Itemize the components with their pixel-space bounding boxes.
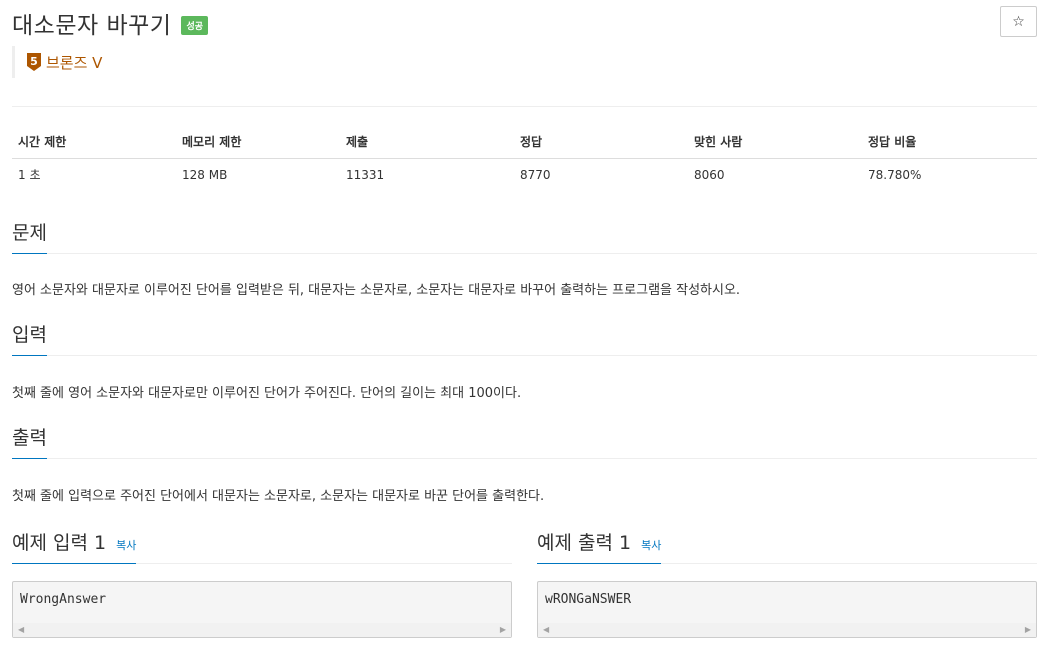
- tier-row: 5 브론즈 V: [12, 46, 102, 78]
- stats-value-time-limit: 1 초: [18, 168, 41, 183]
- tier-badge-icon: 5: [27, 53, 41, 71]
- problem-section-header: 문제: [12, 218, 1037, 254]
- stats-header-time-limit: 시간 제한: [12, 126, 176, 159]
- sample-input-scrollbar[interactable]: ◀ ▶: [13, 623, 511, 637]
- stats-value-ratio: 78.780%: [868, 167, 922, 182]
- divider: [12, 106, 1037, 107]
- stats-value-row: 1 초 128 MB 11331 8770 8060 78.780%: [12, 158, 1037, 191]
- problem-description: 영어 소문자와 대문자로 이루어진 단어를 입력받은 뒤, 대문자는 소문자로,…: [12, 283, 741, 298]
- star-icon: ☆: [1012, 13, 1025, 30]
- page-title: 대소문자 바꾸기: [12, 13, 172, 39]
- tier-number: 5: [30, 55, 38, 68]
- stats-value-solvers: 8060: [694, 167, 725, 182]
- input-heading: 입력: [12, 320, 47, 356]
- stats-header-ratio: 정답 비율: [862, 126, 1037, 159]
- stats-value-memory-limit: 128 MB: [182, 167, 228, 182]
- stats-header-row: 시간 제한 메모리 제한 제출 정답 맞힌 사람 정답 비율: [12, 126, 1037, 159]
- sample-output-scrollbar[interactable]: ◀ ▶: [538, 623, 1036, 637]
- scroll-left-icon[interactable]: ◀: [543, 625, 549, 634]
- problem-stats-table: 시간 제한 메모리 제한 제출 정답 맞힌 사람 정답 비율 1 초 128 M…: [12, 126, 1037, 191]
- sample-output-box[interactable]: wRONGaNSWER ◀ ▶: [537, 581, 1037, 638]
- copy-input-button[interactable]: 복사: [116, 537, 136, 553]
- input-description: 첫째 줄에 영어 소문자와 대문자로만 이루어진 단어가 주어진다. 단어의 길…: [12, 386, 522, 401]
- problem-heading: 문제: [12, 218, 47, 254]
- sample-input-content[interactable]: WrongAnswer: [13, 582, 511, 607]
- stats-value-accepted: 8770: [520, 167, 551, 182]
- scroll-right-icon[interactable]: ▶: [1025, 625, 1031, 634]
- sample-input-panel: 예제 입력 1 복사 WrongAnswer ◀ ▶: [12, 528, 512, 638]
- input-section-header: 입력: [12, 320, 1037, 356]
- tier-label[interactable]: 브론즈 V: [46, 52, 102, 73]
- copy-output-button[interactable]: 복사: [641, 537, 661, 553]
- sample-input-heading: 예제 입력 1: [12, 532, 107, 554]
- status-badge: 성공: [181, 15, 208, 35]
- stats-header-memory-limit: 메모리 제한: [176, 126, 340, 159]
- scroll-right-icon[interactable]: ▶: [500, 625, 506, 634]
- stats-header-accepted: 정답: [514, 126, 688, 159]
- sample-output-heading: 예제 출력 1: [537, 532, 632, 554]
- title-row: 대소문자 바꾸기 성공: [12, 6, 208, 40]
- sample-output-content[interactable]: wRONGaNSWER: [538, 582, 1036, 607]
- stats-header-submissions: 제출: [340, 126, 514, 159]
- sample-output-panel: 예제 출력 1 복사 wRONGaNSWER ◀ ▶: [537, 528, 1037, 638]
- stats-header-solvers: 맞힌 사람: [688, 126, 862, 159]
- output-heading: 출력: [12, 423, 47, 459]
- output-section-header: 출력: [12, 423, 1037, 459]
- stats-value-submissions: 11331: [346, 167, 385, 182]
- sample-input-box[interactable]: WrongAnswer ◀ ▶: [12, 581, 512, 638]
- sample-output-header: 예제 출력 1 복사: [537, 528, 1037, 564]
- output-description: 첫째 줄에 입력으로 주어진 단어에서 대문자는 소문자로, 소문자는 대문자로…: [12, 489, 545, 504]
- favorite-star-button[interactable]: ☆: [1000, 6, 1037, 37]
- scroll-left-icon[interactable]: ◀: [18, 625, 24, 634]
- sample-input-header: 예제 입력 1 복사: [12, 528, 512, 564]
